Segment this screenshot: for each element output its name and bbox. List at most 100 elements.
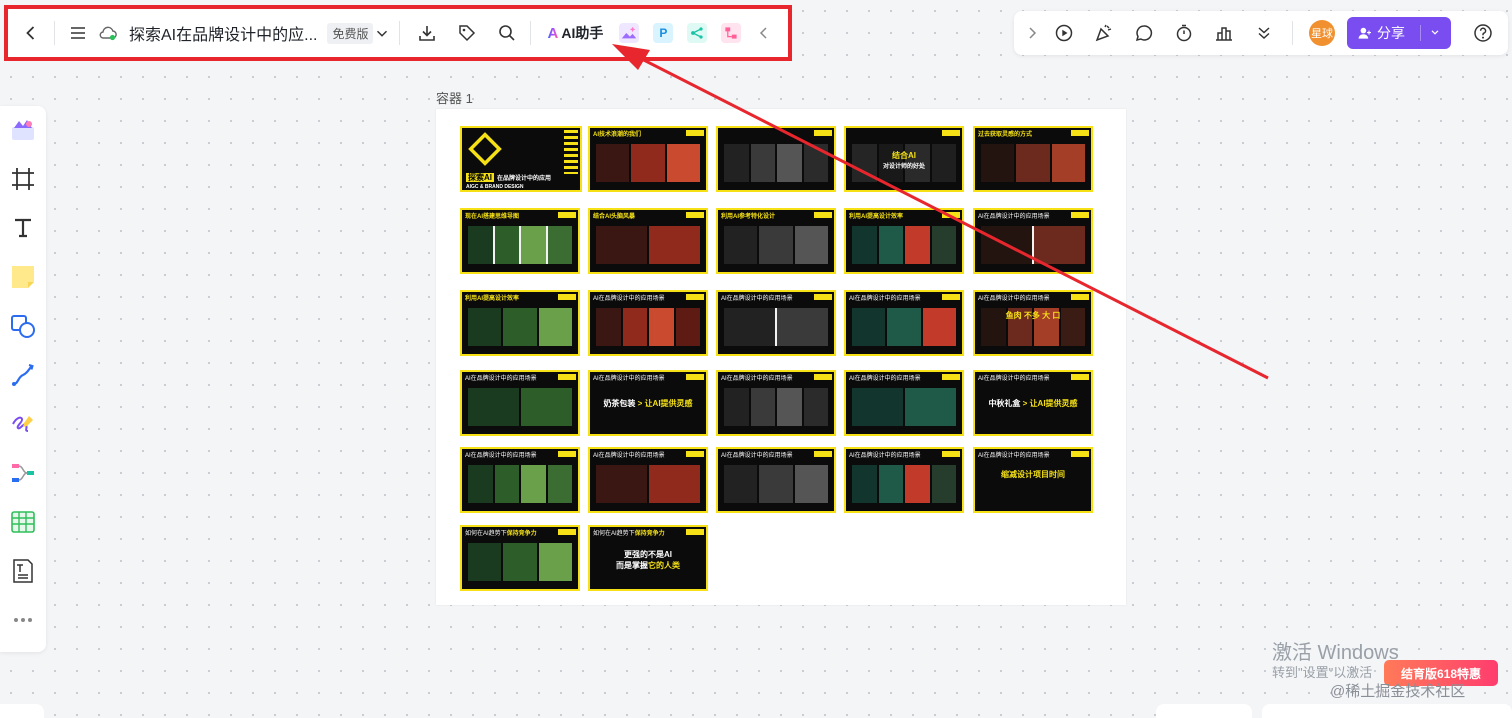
slide-photo (777, 388, 802, 426)
ai-assistant-label: AI助手 (561, 25, 604, 41)
slide-thumbnail[interactable]: AI在品牌设计中的应用场景 (716, 290, 836, 356)
slide-photo-strip (596, 144, 700, 182)
slide-thumbnail[interactable]: 现在AI搭建思维导图 (460, 208, 580, 274)
slide-thumbnail[interactable]: AI在品牌设计中的应用场景 (973, 208, 1093, 274)
vote-button[interactable] (1204, 17, 1244, 49)
shape-tool[interactable] (6, 310, 40, 343)
app-p-icon[interactable]: P (653, 23, 674, 43)
slide-thumbnail[interactable] (716, 126, 836, 192)
slide-thumbnail[interactable]: AI在品牌设计中的应用场景 (716, 370, 836, 436)
text-tool[interactable] (6, 212, 40, 245)
slide-container[interactable]: AIGC & BRAND DESIGN 探索AI 在品牌设计中的应用 AI技术浪潮的我… (436, 109, 1126, 605)
divider (1292, 21, 1293, 45)
timer-button[interactable] (1164, 17, 1204, 49)
document-tool[interactable] (6, 554, 40, 587)
slide-headline: 结合AI 对设计师的好处 (846, 150, 962, 170)
ai-assistant-button[interactable]: A AI助手 (547, 23, 603, 43)
slide-headline-text: 在品牌设计中的应用 (497, 176, 552, 182)
slide-thumbnail[interactable]: AI在品牌设计中的应用场景 (588, 447, 708, 513)
search-button[interactable] (492, 18, 522, 48)
slide-thumbnail[interactable]: AI在品牌设计中的应用场景 (460, 370, 580, 436)
plan-badge[interactable]: 免费版 (327, 22, 374, 44)
connector-tool[interactable] (6, 359, 40, 392)
slide-title: 如何在AI趋势下保持竞争力 (465, 528, 537, 537)
slide-headline-text: 奶茶包装 (603, 399, 636, 408)
slide-photo (759, 226, 793, 264)
slide-headline-text: 鱼肉 不多 大 口 (1005, 311, 1061, 320)
more-tools-button[interactable] (1244, 17, 1284, 49)
slide-photo (759, 465, 793, 503)
slide-thumbnail[interactable]: 过去获取灵感的方式 (973, 126, 1093, 192)
slide-photo (777, 144, 802, 182)
table-tool[interactable] (6, 505, 40, 538)
slide-thumbnail[interactable]: 结合AI头脑风暴 (588, 208, 708, 274)
avatar[interactable]: 星球 (1309, 20, 1335, 46)
tag-button[interactable] (452, 18, 482, 48)
ai-image-app-icon[interactable] (619, 23, 640, 43)
slide-title-text: 如何在AI趋势下 (593, 531, 635, 537)
source-credit: @稀土掘金技术社区 (1330, 683, 1466, 700)
frame-tool[interactable] (6, 163, 40, 196)
slide-thumbnail[interactable]: AI在品牌设计中的应用场景 (844, 290, 964, 356)
celebrate-button[interactable] (1084, 17, 1124, 49)
sticky-note-tool[interactable] (6, 261, 40, 294)
collapse-apps-button[interactable] (749, 18, 779, 48)
present-button[interactable] (1044, 17, 1084, 49)
mindmap-tool[interactable] (6, 456, 40, 489)
back-button[interactable] (16, 18, 46, 48)
slide-corner-tag (686, 374, 704, 380)
slide-thumbnail[interactable]: 利用AI提高设计效率 (844, 208, 964, 274)
slide-photo-strip (724, 465, 828, 503)
plan-dropdown[interactable] (373, 18, 391, 48)
help-button[interactable] (1463, 17, 1503, 49)
templates-tool[interactable] (6, 114, 40, 147)
mindmap-app-icon[interactable] (687, 23, 708, 43)
container-label[interactable]: 容器 1 (436, 88, 473, 107)
slide-photo (596, 465, 647, 503)
slide-thumbnail[interactable]: AI在品牌设计中的应用场景 (716, 447, 836, 513)
slide-photo-strip (852, 388, 956, 426)
download-button[interactable] (412, 18, 442, 48)
slide-corner-tag (1071, 451, 1089, 457)
slide-thumbnail[interactable]: AI在品牌设计中的应用场景 奶茶包装 > 让AI提供灵感 (588, 370, 708, 436)
slide-headline-text: 而是掌握 (616, 561, 648, 570)
menu-button[interactable] (63, 18, 93, 48)
slide-corner-tag (558, 212, 576, 218)
slide-thumbnail[interactable]: AI技术浪潮的我们 (588, 126, 708, 192)
sticky-note-icon (12, 266, 34, 289)
slide-thumbnail[interactable]: AI在品牌设计中的应用场景 (460, 447, 580, 513)
expand-toolbar-button[interactable] (1020, 17, 1044, 49)
frame-icon (12, 168, 34, 191)
slide-title-highlight: 利用AI提高设计效率 (465, 296, 520, 302)
slide-photo (468, 226, 493, 264)
slide-title: AI在品牌设计中的应用场景 (593, 293, 665, 302)
slide-photo (724, 388, 749, 426)
slide-title-text: AI在品牌设计中的应用场景 (593, 376, 665, 382)
cloud-sync-button[interactable] (93, 18, 123, 48)
share-dropdown[interactable] (1420, 25, 1441, 41)
slide-thumbnail[interactable]: 利用AI参考特化设计 (716, 208, 836, 274)
document-title[interactable]: 探索AI在品牌设计中的应... (129, 21, 317, 45)
slide-title-highlight: 利用AI提高设计效率 (849, 214, 904, 220)
slide-thumbnail[interactable]: AIGC & BRAND DESIGN 探索AI 在品牌设计中的应用 (460, 126, 582, 192)
chevron-left-icon (26, 26, 35, 40)
slide-thumbnail[interactable]: AI在品牌设计中的应用场景 (844, 447, 964, 513)
comment-button[interactable] (1124, 17, 1164, 49)
slide-thumbnail[interactable]: 如何在AI趋势下保持竞争力 更强的不是AI 而是掌握它的人类 (588, 525, 708, 591)
slide-thumbnail[interactable]: 如何在AI趋势下保持竞争力 (460, 525, 580, 591)
slide-headline: 缩减设计项目时间 (975, 469, 1091, 480)
flowchart-app-icon[interactable] (721, 23, 742, 43)
slide-thumbnail[interactable]: AI在品牌设计中的应用场景 中秋礼盒 > 让AI提供灵感 (973, 370, 1093, 436)
share-button[interactable]: 分享 (1347, 17, 1451, 49)
slide-thumbnail[interactable]: AI在品牌设计中的应用场景 缩减设计项目时间 (973, 447, 1093, 513)
slide-thumbnail[interactable]: AI在品牌设计中的应用场景 鱼肉 不多 大 口 (973, 290, 1093, 356)
slide-title: 过去获取灵感的方式 (978, 129, 1032, 138)
slide-thumbnail[interactable]: AI在品牌设计中的应用场景 (844, 370, 964, 436)
more-tools[interactable] (6, 603, 40, 636)
slide-thumbnail[interactable]: 利用AI提高设计效率 (460, 290, 580, 356)
slide-thumbnail[interactable]: 结合AI 对设计师的好处 (844, 126, 964, 192)
slide-thumbnail[interactable]: AI在品牌设计中的应用场景 (588, 290, 708, 356)
comment-icon (1135, 25, 1153, 42)
pen-tool[interactable] (6, 407, 40, 440)
slide-title: AI在品牌设计中的应用场景 (721, 293, 793, 302)
